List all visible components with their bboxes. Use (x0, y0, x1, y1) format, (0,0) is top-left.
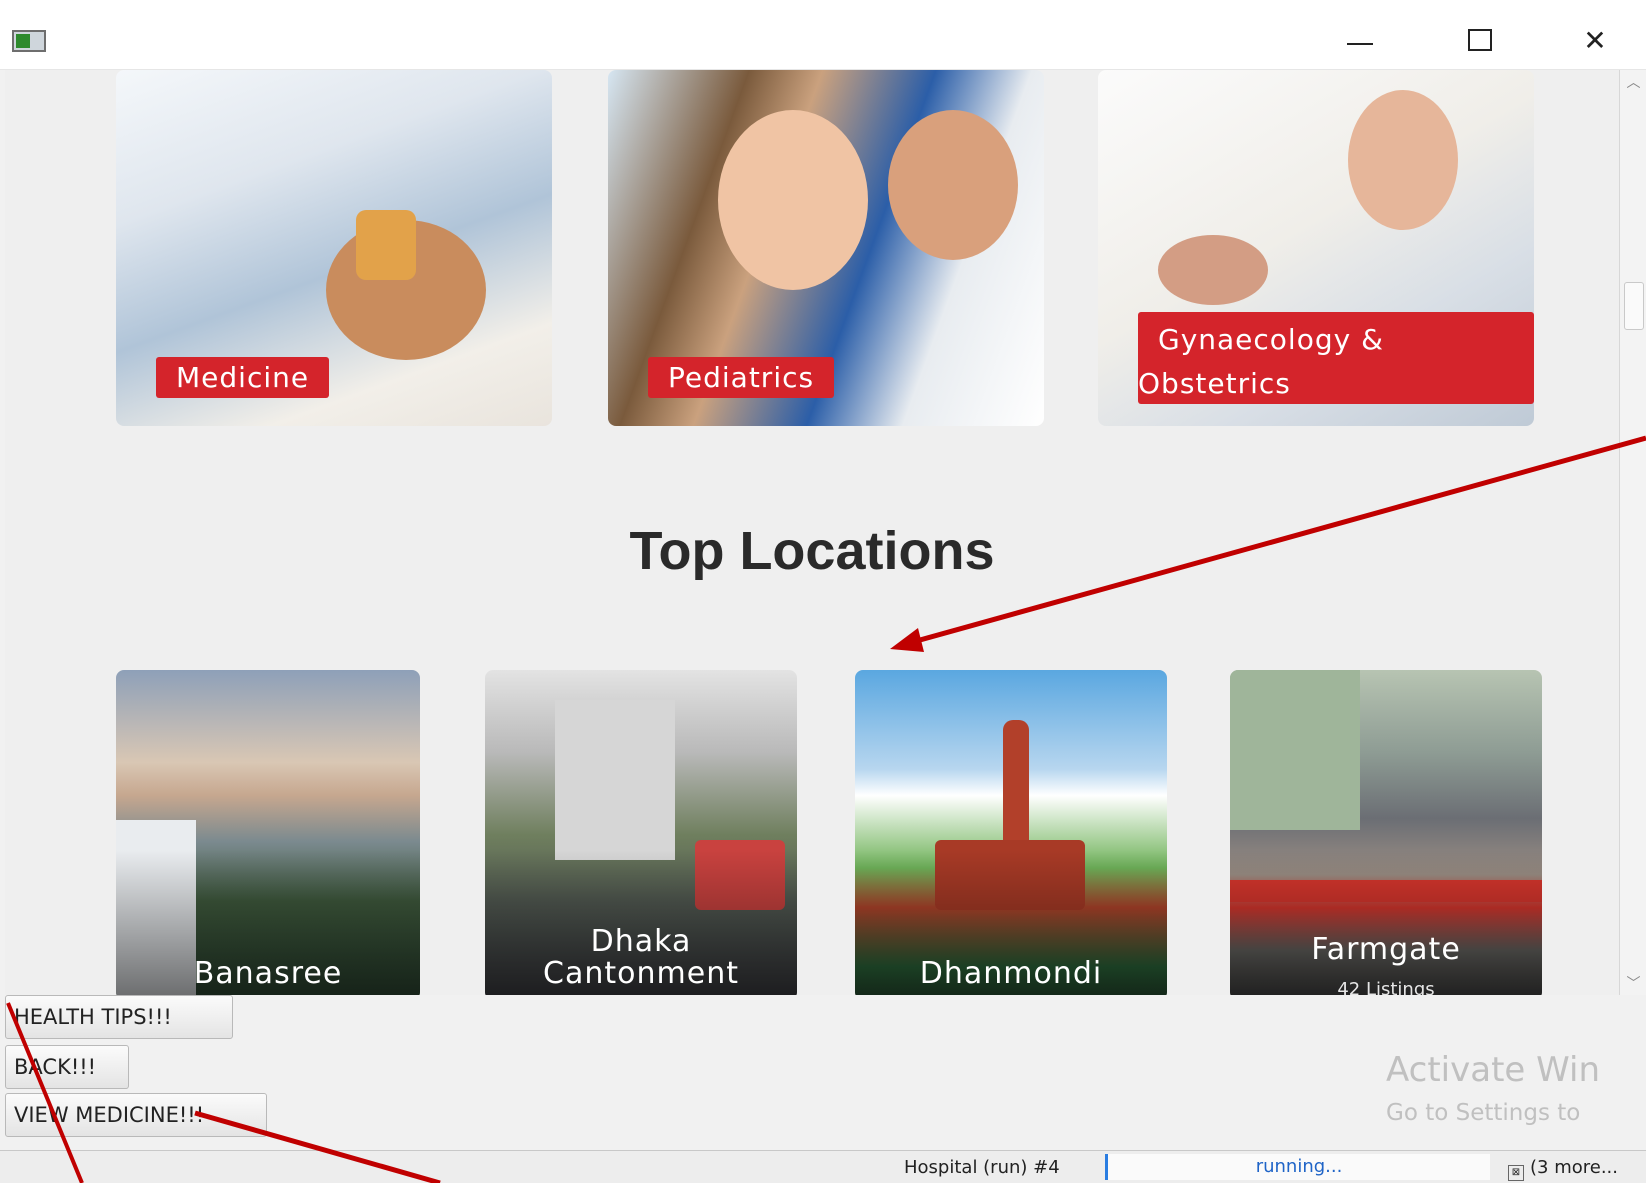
title-bar[interactable]: ✕ (0, 0, 1646, 70)
location-card-banasree[interactable]: Banasree (116, 670, 420, 995)
specialty-label: Pediatrics (648, 357, 835, 398)
scroll-content: Medicine Pediatrics Gynaecology & Obstet… (5, 70, 1619, 995)
location-name: Banasree (193, 956, 343, 991)
specialty-card-medicine[interactable]: Medicine (116, 70, 552, 426)
scroll-thumb[interactable] (1624, 282, 1644, 330)
location-name-line1: Dhaka (590, 924, 692, 959)
card-photo (1348, 90, 1458, 230)
card-shade (1230, 850, 1542, 995)
location-name-line2: Cantonment (543, 956, 739, 991)
activation-watermark-subtitle: Go to Settings to (1386, 1100, 1581, 1126)
specialty-card-gynaecology[interactable]: Gynaecology & Obstetrics (1098, 70, 1534, 426)
location-name: Dhaka Cantonment (485, 926, 797, 990)
card-photo (718, 110, 868, 290)
minimize-button[interactable] (1320, 18, 1400, 62)
tasks-icon: ⊠ (1508, 1165, 1524, 1181)
app-window: ✕ Medicine Pediatrics Gynaecology & Obst… (0, 0, 1646, 1183)
chevron-up-icon[interactable]: ︿ (1620, 72, 1646, 92)
run-progress-bar[interactable]: running... (1105, 1154, 1490, 1180)
specialty-card-pediatrics[interactable]: Pediatrics (608, 70, 1044, 426)
location-card-farmgate[interactable]: Farmgate 42 Listings (1230, 670, 1542, 995)
app-window-icon (12, 30, 46, 52)
close-icon: ✕ (1583, 23, 1607, 57)
maximize-icon (1468, 29, 1492, 51)
close-button[interactable]: ✕ (1555, 18, 1635, 62)
chevron-down-icon[interactable]: ﹀ (1620, 973, 1646, 993)
card-photo (1230, 670, 1360, 830)
specialty-label-line1: Gynaecology & (1158, 323, 1384, 356)
more-tasks-indicator[interactable]: ⊠ (3 more... (1508, 1157, 1618, 1181)
card-photo-detail (356, 210, 416, 280)
specialty-label-line2: Obstetrics (1138, 367, 1291, 400)
ide-status-bar: Hospital (run) #4 running... ⊠ (3 more... (0, 1150, 1646, 1183)
card-photo-detail (888, 110, 1018, 260)
card-photo (555, 700, 675, 860)
specialty-label: Gynaecology & Obstetrics (1138, 312, 1534, 404)
minimize-icon (1347, 43, 1373, 45)
run-progress-text: running... (1255, 1156, 1343, 1177)
location-name: Farmgate (1311, 932, 1461, 967)
card-photo-detail (1158, 235, 1268, 305)
back-button[interactable]: BACK!!! (5, 1045, 129, 1089)
more-tasks-label: (3 more... (1530, 1157, 1618, 1178)
run-task-label[interactable]: Hospital (run) #4 (904, 1157, 1060, 1178)
location-name: Dhanmondi (919, 956, 1103, 991)
location-card-dhanmondi[interactable]: Dhanmondi (855, 670, 1167, 995)
specialty-label: Medicine (156, 357, 330, 398)
activation-watermark-title: Activate Win (1386, 1050, 1601, 1090)
location-listings: 42 Listings (1337, 979, 1435, 995)
vertical-scrollbar[interactable]: ︿ ﹀ (1619, 70, 1646, 995)
section-title: Top Locations (629, 521, 995, 581)
health-tips-button[interactable]: HEALTH TIPS!!! (5, 995, 233, 1039)
maximize-button[interactable] (1440, 18, 1520, 62)
location-card-dhaka-cantonment[interactable]: Dhaka Cantonment (485, 670, 797, 995)
view-medicine-button[interactable]: VIEW MEDICINE!!! (5, 1093, 267, 1137)
